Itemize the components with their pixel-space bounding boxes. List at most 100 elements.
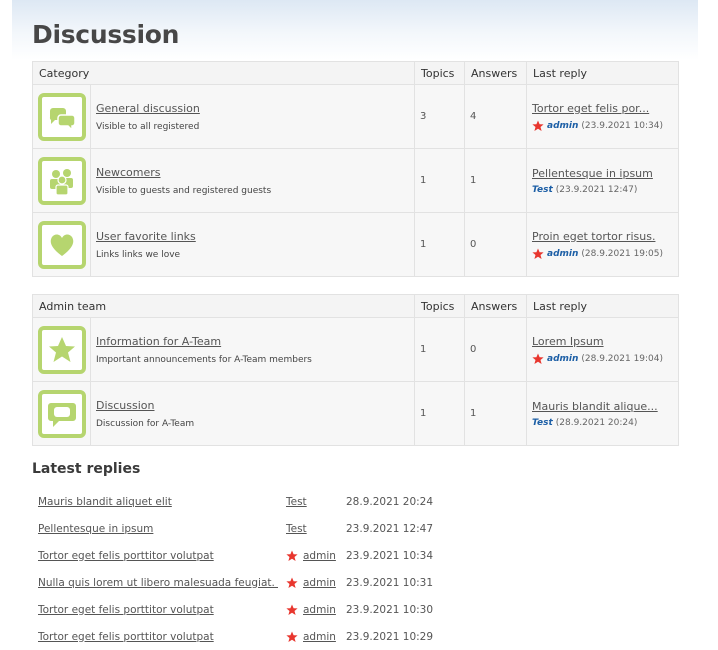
latest-reply-row: Nulla quis lorem ut libero malesuada feu… — [38, 569, 638, 596]
last-reply-link[interactable]: Mauris blandit alique... — [532, 400, 673, 413]
last-reply-link[interactable]: Pellentesque in ipsum — [532, 167, 673, 180]
last-reply-user[interactable]: admin — [547, 354, 578, 364]
speech-bubble-icon — [37, 389, 86, 438]
last-reply-date: (28.9.2021 20:24) — [555, 417, 638, 428]
latest-reply-row: Mauris blandit aliquet elit Test 28.9.2021… — [38, 488, 638, 515]
admin-star-icon — [286, 577, 298, 588]
forum-title-link[interactable]: Discussion — [96, 399, 409, 412]
latest-reply-date: 23.9.2021 10:34 — [346, 549, 434, 562]
topics-count: 1 — [414, 317, 465, 382]
latest-reply-user-cell: admin — [286, 604, 336, 616]
last-reply-date: (23.9.2021 10:34) — [581, 120, 664, 131]
latest-reply-title-link[interactable]: Nulla quis lorem ut libero malesuada feu… — [38, 577, 278, 589]
admin-star-icon — [532, 248, 544, 259]
latest-reply-user-link[interactable]: admin — [303, 631, 336, 643]
latest-reply-user-link[interactable]: Test — [286, 523, 307, 535]
forum-row: Information for A-Team Important announce… — [32, 317, 679, 382]
last-reply-link[interactable]: Tortor eget felis por... — [532, 102, 673, 115]
last-reply-link[interactable]: Proin eget tortor risus. — [532, 230, 673, 243]
last-reply-date: (28.9.2021 19:04) — [581, 353, 664, 364]
admin-star-icon — [286, 550, 298, 561]
last-reply-meta: Test (23.9.2021 12:47) — [532, 185, 673, 195]
last-reply-user[interactable]: admin — [547, 121, 578, 131]
latest-reply-user-cell: admin — [286, 631, 336, 643]
latest-reply-title-link[interactable]: Tortor eget felis porttitor volutpat — [38, 550, 214, 562]
last-reply-meta: admin (23.9.2021 10:34) — [532, 120, 673, 132]
forum-icon-cell — [32, 381, 91, 446]
latest-reply-user-link[interactable]: admin — [303, 577, 336, 589]
latest-reply-title-link[interactable]: Tortor eget felis porttitor volutpat — [38, 604, 214, 616]
latest-reply-title-link[interactable]: Pellentesque in ipsum — [38, 523, 153, 535]
heart-icon — [37, 220, 86, 269]
latest-replies-list: Mauris blandit aliquet elit Test 28.9.2021… — [38, 488, 638, 650]
latest-reply-user-link[interactable]: admin — [303, 604, 336, 616]
topics-count: 1 — [414, 381, 465, 446]
forum-icon-cell — [32, 212, 91, 277]
forum-info-cell: Discussion Discussion for A-Team — [90, 381, 415, 446]
last-reply-cell: Lorem Ipsum admin (28.9.2021 19:04) — [526, 317, 679, 382]
forum-description: Links links we love — [96, 249, 181, 260]
forum-description: Visible to all registered — [96, 121, 200, 132]
last-reply-link[interactable]: Lorem Ipsum — [532, 335, 673, 348]
last-reply-cell: Proin eget tortor risus. admin (28.9.2021 … — [526, 212, 679, 277]
latest-reply-row: Tortor eget felis porttitor volutpat admi… — [38, 596, 638, 623]
page-title: Discussion — [32, 20, 180, 49]
admin-table-header: Admin team Topics Answers Last reply — [32, 294, 679, 318]
forum-description: Important announcements for A-Team membe… — [96, 354, 312, 365]
header-admin-team: Admin team — [32, 294, 415, 318]
last-reply-user[interactable]: Test — [532, 418, 553, 428]
latest-replies-heading: Latest replies — [32, 461, 141, 477]
last-reply-user[interactable]: Test — [532, 185, 553, 195]
latest-reply-user-link[interactable]: admin — [303, 550, 336, 562]
category-table: Category Topics Answers Last reply Gener… — [32, 61, 679, 277]
forum-row: Discussion Discussion for A-Team 1 1 Mauris … — [32, 381, 679, 446]
admin-star-icon — [532, 353, 544, 364]
topics-count: 1 — [414, 212, 465, 277]
latest-reply-row: Tortor eget felis porttitor volutpat admi… — [38, 542, 638, 569]
latest-reply-user-link[interactable]: Test — [286, 496, 307, 508]
admin-star-icon — [286, 631, 298, 642]
last-reply-cell: Pellentesque in ipsum Test (23.9.2021 12:4… — [526, 148, 679, 213]
forum-icon-cell — [32, 317, 91, 382]
forum-title-link[interactable]: User favorite links — [96, 230, 409, 243]
latest-reply-date: 23.9.2021 10:31 — [346, 576, 434, 589]
forum-description: Discussion for A-Team — [96, 418, 195, 429]
forum-description: Visible to guests and registered guests — [96, 185, 272, 196]
last-reply-date: (28.9.2021 19:05) — [581, 248, 664, 259]
forum-row: User favorite links Links links we love 1 0… — [32, 212, 679, 277]
answers-count: 0 — [464, 317, 527, 382]
latest-reply-title-link[interactable]: Mauris blandit aliquet elit — [38, 496, 172, 508]
answers-count: 0 — [464, 212, 527, 277]
admin-star-icon — [286, 604, 298, 615]
last-reply-user[interactable]: admin — [547, 249, 578, 259]
header-answers: Answers — [464, 61, 527, 85]
header-topics: Topics — [414, 61, 465, 85]
forum-icon-cell — [32, 148, 91, 213]
latest-reply-title-cell: Nulla quis lorem ut libero malesuada feu… — [38, 577, 278, 589]
forum-title-link[interactable]: Information for A-Team — [96, 335, 409, 348]
header-topics: Topics — [414, 294, 465, 318]
answers-count: 4 — [464, 84, 527, 149]
forum-row: Newcomers Visible to guests and registere… — [32, 148, 679, 213]
latest-reply-title-link[interactable]: Tortor eget felis porttitor volutpat — [38, 631, 214, 643]
forum-icon-cell — [32, 84, 91, 149]
admin-star-icon — [532, 120, 544, 131]
latest-reply-title-cell: Tortor eget felis porttitor volutpat — [38, 604, 278, 616]
forum-info-cell: Information for A-Team Important announce… — [90, 317, 415, 382]
forum-title-link[interactable]: General discussion — [96, 102, 409, 115]
admin-team-table: Admin team Topics Answers Last reply Inf… — [32, 294, 679, 446]
forum-info-cell: General discussion Visible to all registe… — [90, 84, 415, 149]
topics-count: 1 — [414, 148, 465, 213]
latest-reply-title-cell: Mauris blandit aliquet elit — [38, 496, 278, 508]
forum-row: General discussion Visible to all registe… — [32, 84, 679, 149]
star-icon — [37, 325, 86, 374]
forum-info-cell: User favorite links Links links we love — [90, 212, 415, 277]
answers-count: 1 — [464, 381, 527, 446]
latest-reply-user-cell: admin — [286, 577, 336, 589]
forum-info-cell: Newcomers Visible to guests and registere… — [90, 148, 415, 213]
latest-reply-title-cell: Tortor eget felis porttitor volutpat — [38, 550, 278, 562]
forum-title-link[interactable]: Newcomers — [96, 166, 409, 179]
last-reply-meta: admin (28.9.2021 19:04) — [532, 353, 673, 365]
latest-reply-date: 23.9.2021 10:30 — [346, 603, 434, 616]
last-reply-cell: Tortor eget felis por... admin (23.9.2021 … — [526, 84, 679, 149]
